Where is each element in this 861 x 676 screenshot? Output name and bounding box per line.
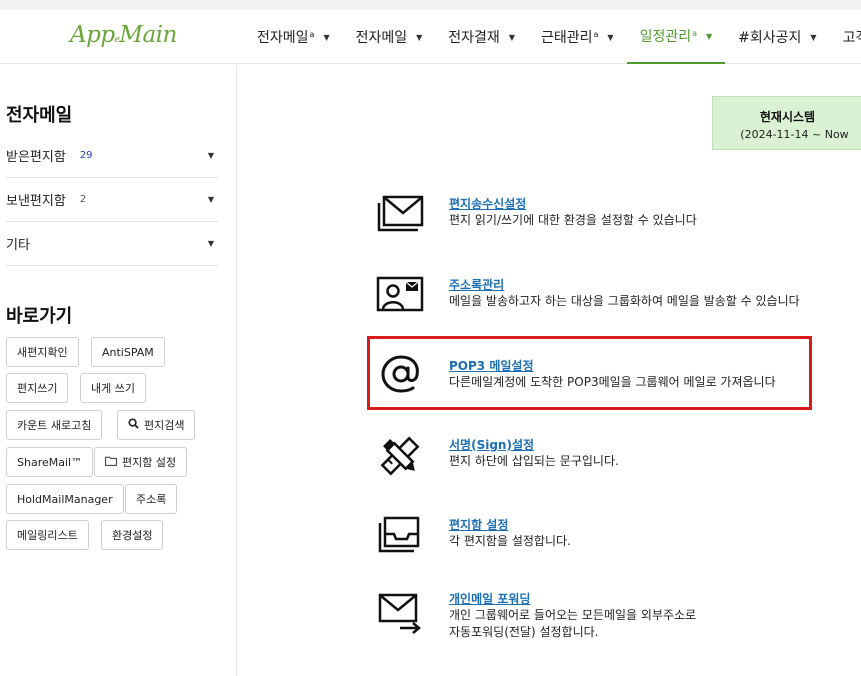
antispam-button[interactable]: AntiSPAM [91, 337, 165, 367]
folder-label: 기타 [6, 238, 30, 253]
setting-link[interactable]: 개인메일 포워딩 [449, 590, 530, 607]
caret-down-icon[interactable]: ▼ [208, 239, 214, 248]
folder-sent[interactable]: 보낸편지함 2 ▼ [6, 178, 218, 222]
system-title: 현재시스템 [759, 110, 816, 124]
setting-link[interactable]: 서명(Sign)설정 [449, 436, 534, 453]
caret-down-icon: ▼ [810, 32, 817, 42]
sidebar: 전자메일 받은편지함 29 ▼ 보낸편지함 2 ▼ 기타 ▼ 바로가기 새편지확… [0, 65, 237, 676]
inbox-tray-icon [376, 516, 424, 562]
nav-item-schedule[interactable]: 일정관리 a ▼ [626, 10, 726, 64]
setting-description: 각 편지함을 설정합니다. [449, 534, 571, 548]
main-menu: 전자메일 a ▼ 전자메일 ▼ 전자결재 ▼ 근태관리 a ▼ 일정관리 a ▼ #회사공지 ▼ … [244, 10, 861, 64]
contact-card-icon [376, 276, 424, 322]
setting-link[interactable]: 주소록관리 [449, 276, 504, 293]
caret-down-icon[interactable]: ▼ [208, 195, 214, 204]
setting-signature: 서명(Sign)설정 편지 하단에 삽입되는 문구입니다. [376, 436, 846, 486]
folder-label: 받은편지함 [6, 150, 66, 165]
pencil-ruler-icon [376, 436, 424, 482]
refresh-count-button[interactable]: 카운트 새로고침 [6, 410, 103, 440]
sharemail-button[interactable]: ShareMail™ [6, 447, 94, 477]
nav-item-notice[interactable]: #회사공지 ▼ [725, 10, 829, 64]
nav-item-approval[interactable]: 전자결재 ▼ [435, 10, 528, 64]
setting-link[interactable]: 편지함 설정 [449, 516, 508, 533]
system-period: (2024-11-14 ~ Now [740, 128, 849, 141]
setting-description: 편지 읽기/쓰기에 대한 환경을 설정할 수 있습니다 [449, 213, 697, 227]
forward-mail-icon [376, 590, 424, 636]
setting-forwarding: 개인메일 포워딩 개인 그룹웨어로 들어오는 모든메일을 외부주소로 자동포워딩… [376, 590, 846, 640]
envelope-icon [376, 195, 424, 241]
description-line: 개인 그룹웨어로 들어오는 모든메일을 외부주소로 [449, 608, 697, 622]
nav-item-email-a[interactable]: 전자메일 a ▼ [244, 10, 343, 64]
search-mail-button[interactable]: 편지검색 [117, 410, 196, 440]
app-logo[interactable]: AppeMain [70, 22, 177, 48]
shortcuts-title: 바로가기 [6, 306, 73, 327]
folder-etc[interactable]: 기타 ▼ [6, 222, 218, 266]
mailing-list-button[interactable]: 메일링리스트 [6, 520, 89, 550]
preferences-button[interactable]: 환경설정 [101, 520, 164, 550]
setting-description: 개인 그룹웨어로 들어오는 모든메일을 외부주소로 자동포워딩(전달) 설정합니… [449, 607, 696, 641]
mailbox-settings-button[interactable]: 편지함 설정 [94, 447, 188, 477]
folder-label: 보낸편지함 [6, 194, 66, 209]
holdmailmanager-button[interactable]: HoldMailManager [6, 484, 124, 514]
caret-down-icon: ▼ [508, 32, 515, 42]
caret-down-icon[interactable]: ▼ [208, 151, 214, 160]
address-book-button[interactable]: 주소록 [125, 484, 178, 514]
setting-description: 메일을 발송하고자 하는 대상을 그룹화하여 메일을 발송할 수 있습니다 [449, 294, 800, 308]
folder-inbox[interactable]: 받은편지함 29 ▼ [6, 134, 218, 178]
setting-mailbox: 편지함 설정 각 편지함을 설정합니다. [376, 516, 846, 566]
check-new-mail-button[interactable]: 새편지확인 [6, 337, 79, 367]
nav-item-attendance[interactable]: 근태관리 a ▼ [528, 10, 627, 64]
nav-item-email[interactable]: 전자메일 ▼ [343, 10, 436, 64]
setting-description: 편지 하단에 삽입되는 문구입니다. [449, 454, 619, 468]
caret-down-icon: ▼ [416, 32, 423, 42]
setting-link[interactable]: 편지송수신설정 [449, 195, 526, 212]
unread-count-badge: 29 [79, 150, 93, 161]
setting-address-book: 주소록관리 메일을 발송하고자 하는 대상을 그룹화하여 메일을 발송할 수 있… [376, 276, 846, 326]
highlight-box [367, 336, 812, 410]
count-badge: 2 [79, 194, 87, 205]
caret-down-icon: ▼ [706, 31, 713, 41]
top-navigation-bar: AppeMain 전자메일 a ▼ 전자메일 ▼ 전자결재 ▼ 근태관리 a ▼ 일정관리 a… [0, 0, 861, 64]
search-icon [128, 418, 139, 432]
sidebar-title: 전자메일 [6, 105, 73, 126]
setting-mail-send-receive: 편지송수신설정 편지 읽기/쓰기에 대한 환경을 설정할 수 있습니다 [376, 195, 846, 245]
write-to-self-button[interactable]: 내게 쓰기 [80, 373, 146, 403]
caret-down-icon: ▼ [607, 32, 614, 42]
nav-item-customer[interactable]: 고객지 [830, 10, 861, 64]
folder-icon [105, 456, 117, 469]
description-line: 자동포워딩(전달) 설정합니다. [449, 625, 599, 639]
current-system-banner: 현재시스템 (2024-11-14 ~ Now [712, 96, 861, 150]
compose-button[interactable]: 편지쓰기 [6, 373, 69, 403]
caret-down-icon: ▼ [323, 32, 330, 42]
